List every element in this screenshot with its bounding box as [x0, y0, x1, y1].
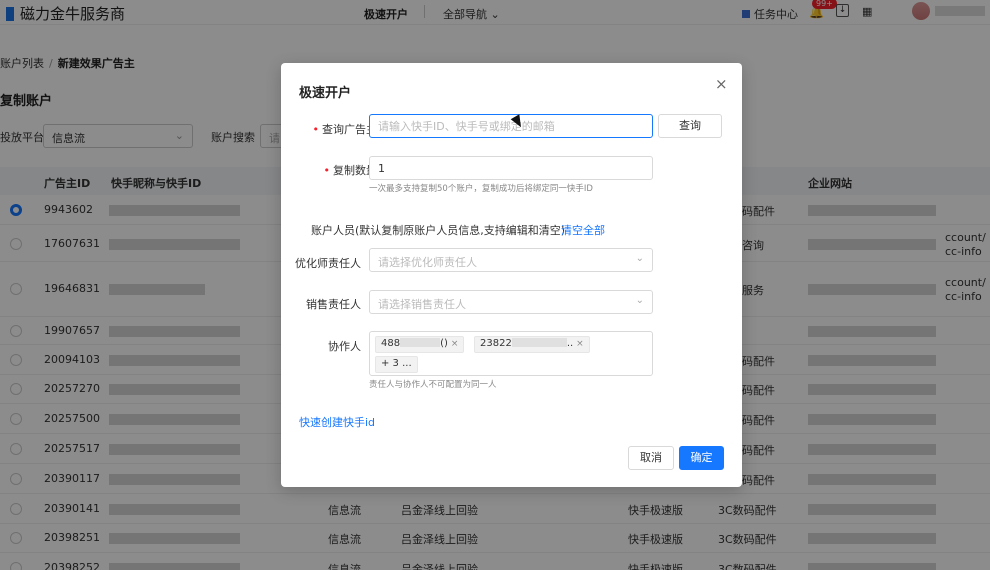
tag-text-blurred	[400, 338, 441, 347]
fast-open-dialog: 极速开户 × •查询广告主 查询 •复制数量 一次最多支持复制50个账户，复制成…	[281, 63, 742, 487]
copy-count-hint: 一次最多支持复制50个账户，复制成功后将绑定同一快手ID	[369, 184, 593, 194]
tag-text: ..	[566, 338, 574, 349]
query-advertiser-label: • 查询广告主	[297, 121, 378, 137]
collaborator-tag: 23822.. ×	[474, 336, 590, 353]
chevron-down-icon: ⌄	[635, 253, 644, 264]
sales-placeholder: 请选择销售责任人	[378, 298, 466, 311]
query-button[interactable]: 查询	[658, 114, 722, 138]
required-mark: •	[323, 164, 331, 177]
tag-text: 488	[381, 338, 401, 349]
optimizer-placeholder: 请选择优化师责任人	[378, 256, 477, 269]
tag-remove-icon[interactable]: ×	[451, 339, 459, 349]
clear-all-link[interactable]: 清空全部	[561, 222, 605, 238]
optimizer-label: 优化师责任人	[295, 257, 361, 270]
required-mark: •	[312, 123, 320, 136]
chevron-down-icon: ⌄	[635, 295, 644, 306]
collaborator-label: 协作人	[328, 340, 361, 353]
personnel-label: 账户人员(默认复制原账户人员信息,支持编辑和清空)	[311, 224, 566, 237]
tag-text: ()	[440, 338, 448, 349]
sales-label: 销售责任人	[306, 298, 361, 311]
cancel-button[interactable]: 取消	[628, 446, 674, 470]
tag-remove-icon[interactable]: ×	[576, 339, 584, 349]
tag-text: 23822	[480, 338, 512, 349]
optimizer-select[interactable]: 请选择优化师责任人 ⌄	[369, 248, 653, 272]
quick-create-link[interactable]: 快速创建快手id	[299, 414, 375, 430]
close-icon[interactable]: ×	[715, 75, 728, 93]
sales-select[interactable]: 请选择销售责任人 ⌄	[369, 290, 653, 314]
collaborator-hint: 责任人与协作人不可配置为同一人	[369, 380, 497, 390]
copy-count-input[interactable]	[369, 156, 653, 180]
tag-text-blurred	[511, 338, 567, 347]
dialog-title: 极速开户	[299, 86, 352, 101]
collaborator-tag: 488 () ×	[375, 336, 465, 353]
collaborator-select[interactable]: 488() × 23822.. × + 3 ...	[369, 331, 653, 376]
confirm-button[interactable]: 确定	[679, 446, 724, 470]
copy-count-label: • 复制数量	[297, 162, 378, 178]
collaborator-more-tag[interactable]: + 3 ...	[375, 356, 418, 373]
